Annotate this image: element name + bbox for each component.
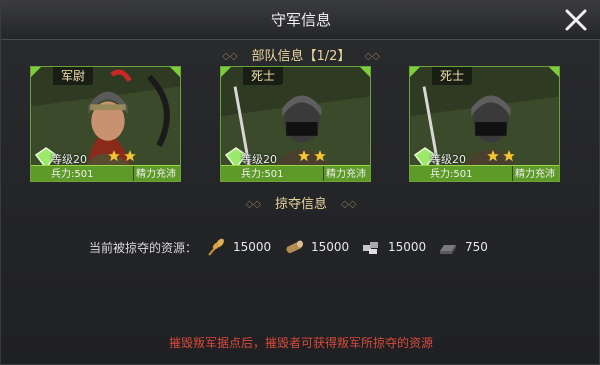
iron-icon <box>440 245 456 254</box>
wood-icon <box>286 240 303 254</box>
unit-card[interactable]: 死士 等级20 兵力:501 精力充沛 <box>409 66 560 182</box>
unit-rank: 军尉 <box>53 67 94 85</box>
unit-energy: 精力充沛 <box>515 169 555 180</box>
ornament-right-icon: ◇◇ <box>341 199 357 210</box>
loot-label: 当前被掠夺的资源： <box>89 241 198 255</box>
card-corner <box>549 67 559 77</box>
ornament-left-icon: ◇◇ <box>245 199 261 210</box>
loot-section-title: 掠夺信息 <box>274 197 327 212</box>
card-corner <box>170 67 180 77</box>
wood-value: 15000 <box>311 240 350 254</box>
unit-card[interactable]: 死士 等级20 兵力:501 精力充沛 <box>220 66 371 182</box>
loot-section-header: ◇◇ 掠夺信息 ◇◇ <box>1 193 600 212</box>
unit-energy: 精力充沛 <box>136 169 176 180</box>
troops-section-title: 部队信息【1/2】 <box>251 49 351 64</box>
stone-value: 15000 <box>388 240 427 254</box>
dialog-title: 守军信息 <box>270 11 331 29</box>
troops-section-header: ◇◇ 部队信息【1/2】 ◇◇ <box>1 45 600 64</box>
bar-divider <box>133 166 134 181</box>
star-icon <box>314 150 326 162</box>
loot-resources-row: 当前被掠夺的资源： 15000 15000 15000 750 <box>1 237 600 257</box>
iron-value: 750 <box>465 240 488 254</box>
card-corner <box>410 67 420 77</box>
dialog-header: 守军信息 <box>1 1 600 40</box>
grain-value: 15000 <box>233 240 272 254</box>
grain-icon <box>208 238 224 256</box>
card-corner <box>31 67 41 77</box>
unit-rank: 死士 <box>243 67 284 85</box>
bar-divider <box>323 166 324 181</box>
close-icon[interactable] <box>563 7 589 33</box>
unit-card[interactable]: 军尉 等级20 兵力:501 精力充沛 <box>30 66 181 182</box>
footer-hint: 摧毁叛军据点后，摧毁者可获得叛军所掠夺的资源 <box>168 336 433 350</box>
unit-energy: 精力充沛 <box>326 169 366 180</box>
star-icon <box>298 150 310 162</box>
star-icon <box>503 150 515 162</box>
ornament-left-icon: ◇◇ <box>222 51 238 62</box>
defense-info-dialog: 守军信息 ◇◇ 部队信息【1/2】 ◇◇ 军尉 等级20 兵力:501 精力充沛 <box>0 0 600 365</box>
card-corner <box>360 67 370 77</box>
bar-divider <box>512 166 513 181</box>
troop-count: 兵力:501 <box>430 169 473 180</box>
stone-icon <box>363 242 378 254</box>
troop-count: 兵力:501 <box>241 169 284 180</box>
ornament-right-icon: ◇◇ <box>364 51 380 62</box>
card-corner <box>221 67 231 77</box>
star-icon <box>487 150 499 162</box>
unit-rank: 死士 <box>432 67 473 85</box>
star-icon <box>124 150 136 162</box>
troop-count: 兵力:501 <box>51 169 94 180</box>
star-icon <box>108 150 120 162</box>
